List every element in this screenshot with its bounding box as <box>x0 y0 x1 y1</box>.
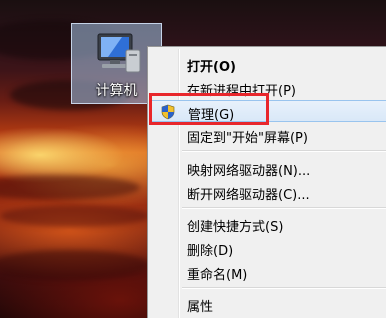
menu-item-label: 重命名(M) <box>187 268 248 283</box>
menu-item-label: 属性 <box>187 300 214 315</box>
menu-item-map-network-drive[interactable]: 映射网络驱动器(N)... <box>151 157 386 179</box>
menu-item-properties[interactable]: 属性 <box>151 293 386 315</box>
menu-item-pin-to-start[interactable]: 固定到"开始"屏幕(P) <box>151 124 386 146</box>
cloud-shape <box>0 250 150 280</box>
menu-item-create-shortcut[interactable]: 创建快捷方式(S) <box>151 213 386 235</box>
computer-icon <box>97 33 141 73</box>
cloud-shape <box>0 175 140 200</box>
menu-item-label: 创建快捷方式(S) <box>187 220 284 235</box>
menu-item-label: 删除(D) <box>187 244 234 259</box>
menu-item-label: 打开(O) <box>187 60 236 75</box>
menu-item-label: 固定到"开始"屏幕(P) <box>187 131 308 146</box>
menu-item-label: 断开网络驱动器(C)... <box>187 188 310 203</box>
menu-item-open[interactable]: 打开(O) <box>151 53 386 75</box>
cloud-shape <box>0 205 150 227</box>
menu-item-delete[interactable]: 删除(D) <box>151 237 386 259</box>
red-highlight-annotation <box>149 93 269 125</box>
menu-separator <box>182 150 386 152</box>
menu-separator <box>182 207 386 209</box>
context-menu: 打开(O) 在新进程中打开(P) 管理(G) 固定到"开始"屏幕(P) 映射网络… <box>147 46 386 318</box>
menu-item-label: 映射网络驱动器(N)... <box>187 164 311 179</box>
menu-item-disconnect-network-drive[interactable]: 断开网络驱动器(C)... <box>151 181 386 203</box>
menu-separator <box>182 287 386 289</box>
menu-item-rename[interactable]: 重命名(M) <box>151 261 386 283</box>
